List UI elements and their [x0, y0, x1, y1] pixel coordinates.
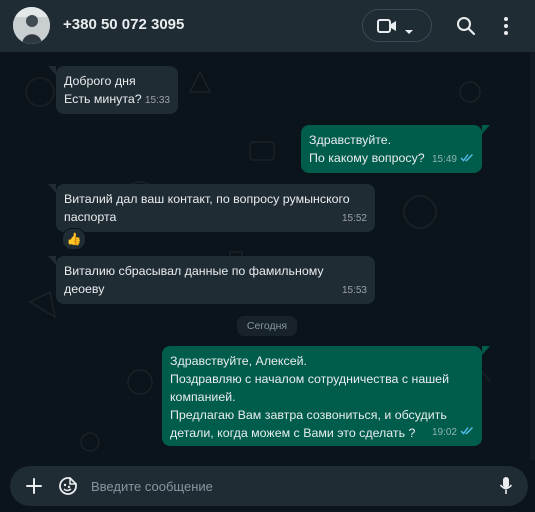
- bubble-tail: [48, 184, 56, 193]
- message-time: 15:53: [341, 285, 367, 296]
- message-bubble-incoming[interactable]: Виталий дал ваш контакт, по вопросу румы…: [56, 184, 375, 232]
- message-time: 15:33: [144, 95, 170, 106]
- search-icon[interactable]: [456, 16, 476, 41]
- message-meta: 15:33: [145, 92, 170, 110]
- microphone-icon[interactable]: [499, 476, 513, 501]
- avatar[interactable]: [13, 7, 50, 44]
- read-ticks-icon: [460, 151, 474, 169]
- conversation-panel[interactable]: Доброго дня Есть минута? 15:33 Здравству…: [0, 52, 535, 460]
- message-text: Виталию сбрасывал данные по фамильному д…: [64, 264, 324, 296]
- message-bubble-incoming[interactable]: Доброго дня Есть минута? 15:33: [56, 66, 178, 114]
- message-time: 15:52: [341, 213, 367, 224]
- message-text: Виталий дал ваш контакт, по вопросу румы…: [64, 192, 350, 224]
- read-ticks-icon: [460, 424, 474, 442]
- plus-icon[interactable]: [25, 477, 43, 500]
- message-time: 15:49: [431, 154, 457, 165]
- more-vertical-icon[interactable]: [503, 16, 509, 41]
- contact-title[interactable]: +380 50 072 3095: [63, 16, 184, 33]
- chat-header: +380 50 072 3095: [0, 0, 535, 52]
- video-camera-icon: [377, 18, 397, 39]
- message-meta: 15:49: [432, 151, 474, 169]
- chevron-down-icon: [404, 22, 414, 40]
- message-meta: 19:02: [432, 424, 474, 442]
- bubble-tail: [482, 346, 490, 355]
- message-bubble-incoming[interactable]: Виталию сбрасывал данные по фамильному д…: [56, 256, 375, 304]
- message-meta: 15:53: [342, 282, 367, 300]
- date-separator: Сегодня: [237, 316, 297, 336]
- composer-bar: [0, 460, 535, 512]
- message-time: 19:02: [431, 427, 457, 438]
- bubble-tail: [482, 125, 490, 134]
- composer: [10, 466, 528, 506]
- scrollbar[interactable]: [530, 52, 535, 460]
- bubble-tail: [48, 256, 56, 265]
- reaction-thumbs-up[interactable]: 👍: [62, 228, 86, 250]
- emoji-icon[interactable]: [58, 476, 78, 501]
- message-meta: 15:52: [342, 210, 367, 228]
- message-bubble-outgoing[interactable]: Здравствуйте. По какому вопросу? 15:49: [301, 125, 482, 173]
- message-bubble-outgoing[interactable]: Здравствуйте, Алексей. Поздравляю с нача…: [162, 346, 482, 446]
- bubble-tail: [48, 66, 56, 75]
- video-call-button[interactable]: [362, 9, 432, 42]
- message-text: Здравствуйте, Алексей. Поздравляю с нача…: [170, 354, 449, 440]
- message-input[interactable]: [91, 477, 481, 495]
